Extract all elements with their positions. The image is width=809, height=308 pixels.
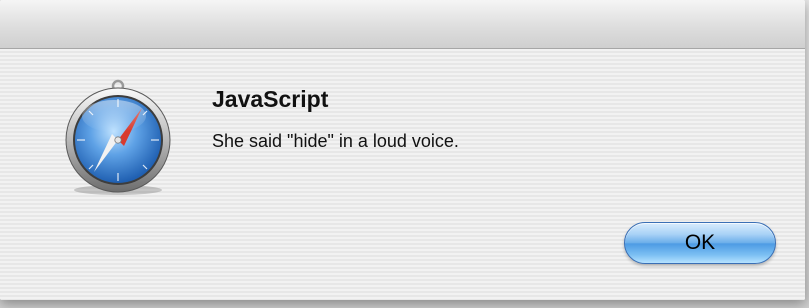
alert-title: JavaScript [212,86,329,112]
safari-compass-icon [65,79,171,195]
alert-message: She said "hide" in a loud voice. [212,131,459,151]
window-titlebar[interactable] [0,0,805,49]
ok-button[interactable]: OK [624,222,776,264]
ok-button-label: OK [684,231,716,254]
screen: JavaScript She said "hide" in a loud voi… [0,0,809,308]
javascript-alert-dialog: JavaScript She said "hide" in a loud voi… [0,0,805,300]
